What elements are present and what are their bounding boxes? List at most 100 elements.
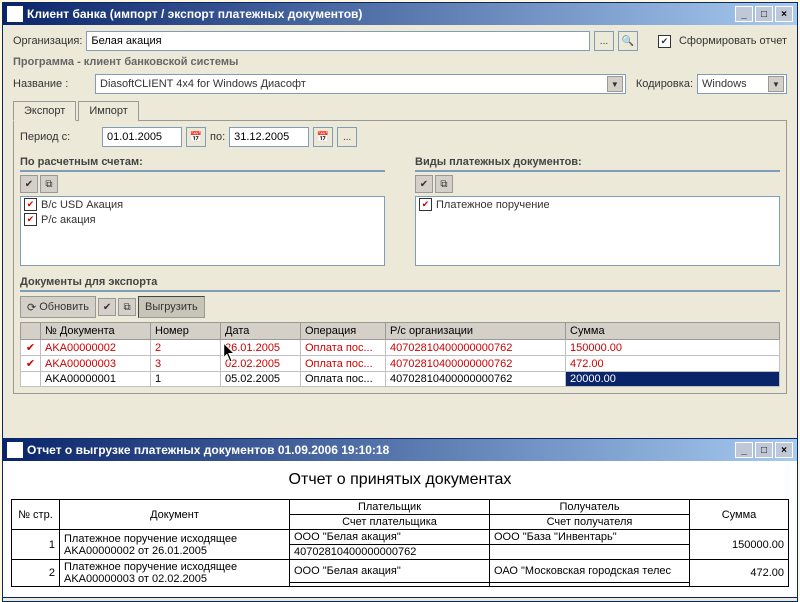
rpt-h-doc: Документ — [60, 500, 290, 530]
report-body: Отчет о принятых документах № стр. Докум… — [3, 461, 797, 597]
row-acc[interactable]: 40702810400000000762 — [386, 356, 566, 372]
report-titlebar: Отчет о выгрузке платежных документов 01… — [3, 439, 797, 461]
period-extra-button[interactable]: ... — [337, 127, 357, 147]
table-row[interactable]: AKA00000001 1 05.02.2005 Оплата пос... 4… — [21, 372, 780, 387]
doctypes-group-title: Виды платежных документов: — [415, 156, 780, 172]
accounts-toggle-all-icon[interactable]: ✔ — [20, 175, 38, 193]
org-label: Организация: — [13, 35, 82, 47]
grid-header-mark[interactable] — [21, 323, 41, 340]
program-name-dropdown[interactable]: DiasoftCLIENT 4x4 for Windows Диасофт ▼ — [95, 74, 626, 94]
period-to-label: по: — [210, 131, 225, 143]
tab-import[interactable]: Импорт — [78, 101, 138, 121]
account-checkbox[interactable]: ✔ — [24, 198, 37, 211]
chevron-down-icon: ▼ — [768, 76, 784, 92]
row-sum[interactable]: 150000.00 — [566, 340, 780, 356]
rpt-payee-acc — [490, 545, 690, 560]
report-row: 2 Платежное поручение исходящее AKA00000… — [12, 560, 789, 583]
list-item[interactable]: ✔ Платежное поручение — [416, 197, 779, 212]
org-search-button[interactable]: 🔍 — [618, 31, 638, 51]
rpt-page: 1 — [12, 530, 60, 560]
calendar-to-button[interactable]: 📅 — [313, 127, 333, 147]
row-docnum[interactable]: AKA00000003 — [41, 356, 151, 372]
list-item[interactable]: ✔ Р/с акация — [21, 212, 384, 227]
main-title: Клиент банка (импорт / экспорт платежных… — [27, 7, 362, 21]
account-checkbox[interactable]: ✔ — [24, 213, 37, 226]
accounts-group-title: По расчетным счетам: — [20, 156, 385, 172]
grid-header-num[interactable]: Номер — [151, 323, 221, 340]
row-acc[interactable]: 40702810400000000762 — [386, 372, 566, 387]
rpt-doc: Платежное поручение исходящее AKA0000000… — [60, 560, 290, 587]
row-num[interactable]: 2 — [151, 340, 221, 356]
copy-icon[interactable]: ⧉ — [118, 298, 136, 316]
form-report-checkbox[interactable]: ✔ — [658, 35, 671, 48]
refresh-button[interactable]: ⟳ Обновить — [20, 296, 96, 318]
grid-header-acc[interactable]: Р/с организации — [386, 323, 566, 340]
org-input[interactable] — [86, 31, 590, 51]
calendar-from-button[interactable]: 📅 — [186, 127, 206, 147]
row-mark[interactable] — [21, 372, 41, 387]
report-table: № стр. Документ Плательщик Получатель Су… — [11, 499, 789, 587]
row-date[interactable]: 02.02.2005 — [221, 356, 301, 372]
export-button[interactable]: Выгрузить — [138, 296, 205, 318]
row-op[interactable]: Оплата пос... — [301, 372, 386, 387]
accounts-copy-icon[interactable]: ⧉ — [40, 175, 58, 193]
doctypes-listbox[interactable]: ✔ Платежное поручение — [415, 196, 780, 266]
grid-header-op[interactable]: Операция — [301, 323, 386, 340]
grid-header-date[interactable]: Дата — [221, 323, 301, 340]
rpt-sum: 472.00 — [690, 560, 789, 587]
doctype-checkbox[interactable]: ✔ — [419, 198, 432, 211]
doctypes-copy-icon[interactable]: ⧉ — [435, 175, 453, 193]
period-to-input[interactable] — [229, 127, 309, 147]
rpt-payer-acc — [290, 582, 490, 587]
rpt-payee: ОАО "Московская городская телес — [490, 560, 690, 583]
row-date[interactable]: 05.02.2005 — [221, 372, 301, 387]
rpt-h-sum: Сумма — [690, 500, 789, 530]
doctypes-toggle-all-icon[interactable]: ✔ — [415, 175, 433, 193]
row-acc[interactable]: 40702810400000000762 — [386, 340, 566, 356]
tab-export[interactable]: Экспорт — [13, 101, 76, 121]
accounts-listbox[interactable]: ✔ В/с USD Акация ✔ Р/с акация — [20, 196, 385, 266]
minimize-button[interactable]: _ — [735, 6, 753, 22]
row-num[interactable]: 3 — [151, 356, 221, 372]
row-sum[interactable]: 20000.00 — [566, 372, 780, 387]
list-item[interactable]: ✔ В/с USD Акация — [21, 197, 384, 212]
rpt-payee-acc — [490, 582, 690, 587]
row-num[interactable]: 1 — [151, 372, 221, 387]
tab-body: Период с: 📅 по: 📅 ... По расчетным счета… — [13, 121, 787, 394]
rpt-h-payer-acc: Счет плательщика — [290, 515, 490, 530]
grid-header-docnum[interactable]: № Документа — [41, 323, 151, 340]
row-docnum[interactable]: AKA00000002 — [41, 340, 151, 356]
row-op[interactable]: Оплата пос... — [301, 340, 386, 356]
docs-group-title: Документы для экспорта — [20, 276, 780, 292]
org-browse-button[interactable]: ... — [594, 31, 614, 51]
main-content: Организация: ... 🔍 ✔ Сформировать отчет … — [3, 25, 797, 400]
table-row[interactable]: ✔ AKA00000003 3 02.02.2005 Оплата пос...… — [21, 356, 780, 372]
row-date[interactable]: 26.01.2005 — [221, 340, 301, 356]
minimize-button[interactable]: _ — [735, 442, 753, 458]
row-sum[interactable]: 472.00 — [566, 356, 780, 372]
row-mark[interactable]: ✔ — [21, 356, 41, 372]
form-report-label: Сформировать отчет — [679, 35, 787, 47]
main-titlebar: Клиент банка (импорт / экспорт платежных… — [3, 3, 797, 25]
rpt-payer: ООО "Белая акация" — [290, 560, 490, 583]
period-from-input[interactable] — [102, 127, 182, 147]
report-window-title: Отчет о выгрузке платежных документов 01… — [27, 443, 389, 457]
program-section-title: Программа - клиент банковской системы — [13, 56, 787, 68]
docs-toolbar: ⟳ Обновить ✔ ⧉ Выгрузить — [20, 296, 780, 318]
close-button[interactable]: × — [775, 6, 793, 22]
documents-grid[interactable]: № Документа Номер Дата Операция Р/с орга… — [20, 322, 780, 387]
export-label: Выгрузить — [145, 301, 198, 313]
grid-header-row: № Документа Номер Дата Операция Р/с орга… — [21, 323, 780, 340]
encoding-dropdown[interactable]: Windows ▼ — [697, 74, 787, 94]
rpt-doc: Платежное поручение исходящее AKA0000000… — [60, 530, 290, 560]
row-mark[interactable]: ✔ — [21, 340, 41, 356]
check-icon[interactable]: ✔ — [98, 298, 116, 316]
row-docnum[interactable]: AKA00000001 — [41, 372, 151, 387]
close-button[interactable]: × — [775, 442, 793, 458]
maximize-button[interactable]: □ — [755, 442, 773, 458]
row-op[interactable]: Оплата пос... — [301, 356, 386, 372]
table-row[interactable]: ✔ AKA00000002 2 26.01.2005 Оплата пос...… — [21, 340, 780, 356]
grid-header-sum[interactable]: Сумма — [566, 323, 780, 340]
maximize-button[interactable]: □ — [755, 6, 773, 22]
refresh-label: Обновить — [39, 301, 89, 313]
